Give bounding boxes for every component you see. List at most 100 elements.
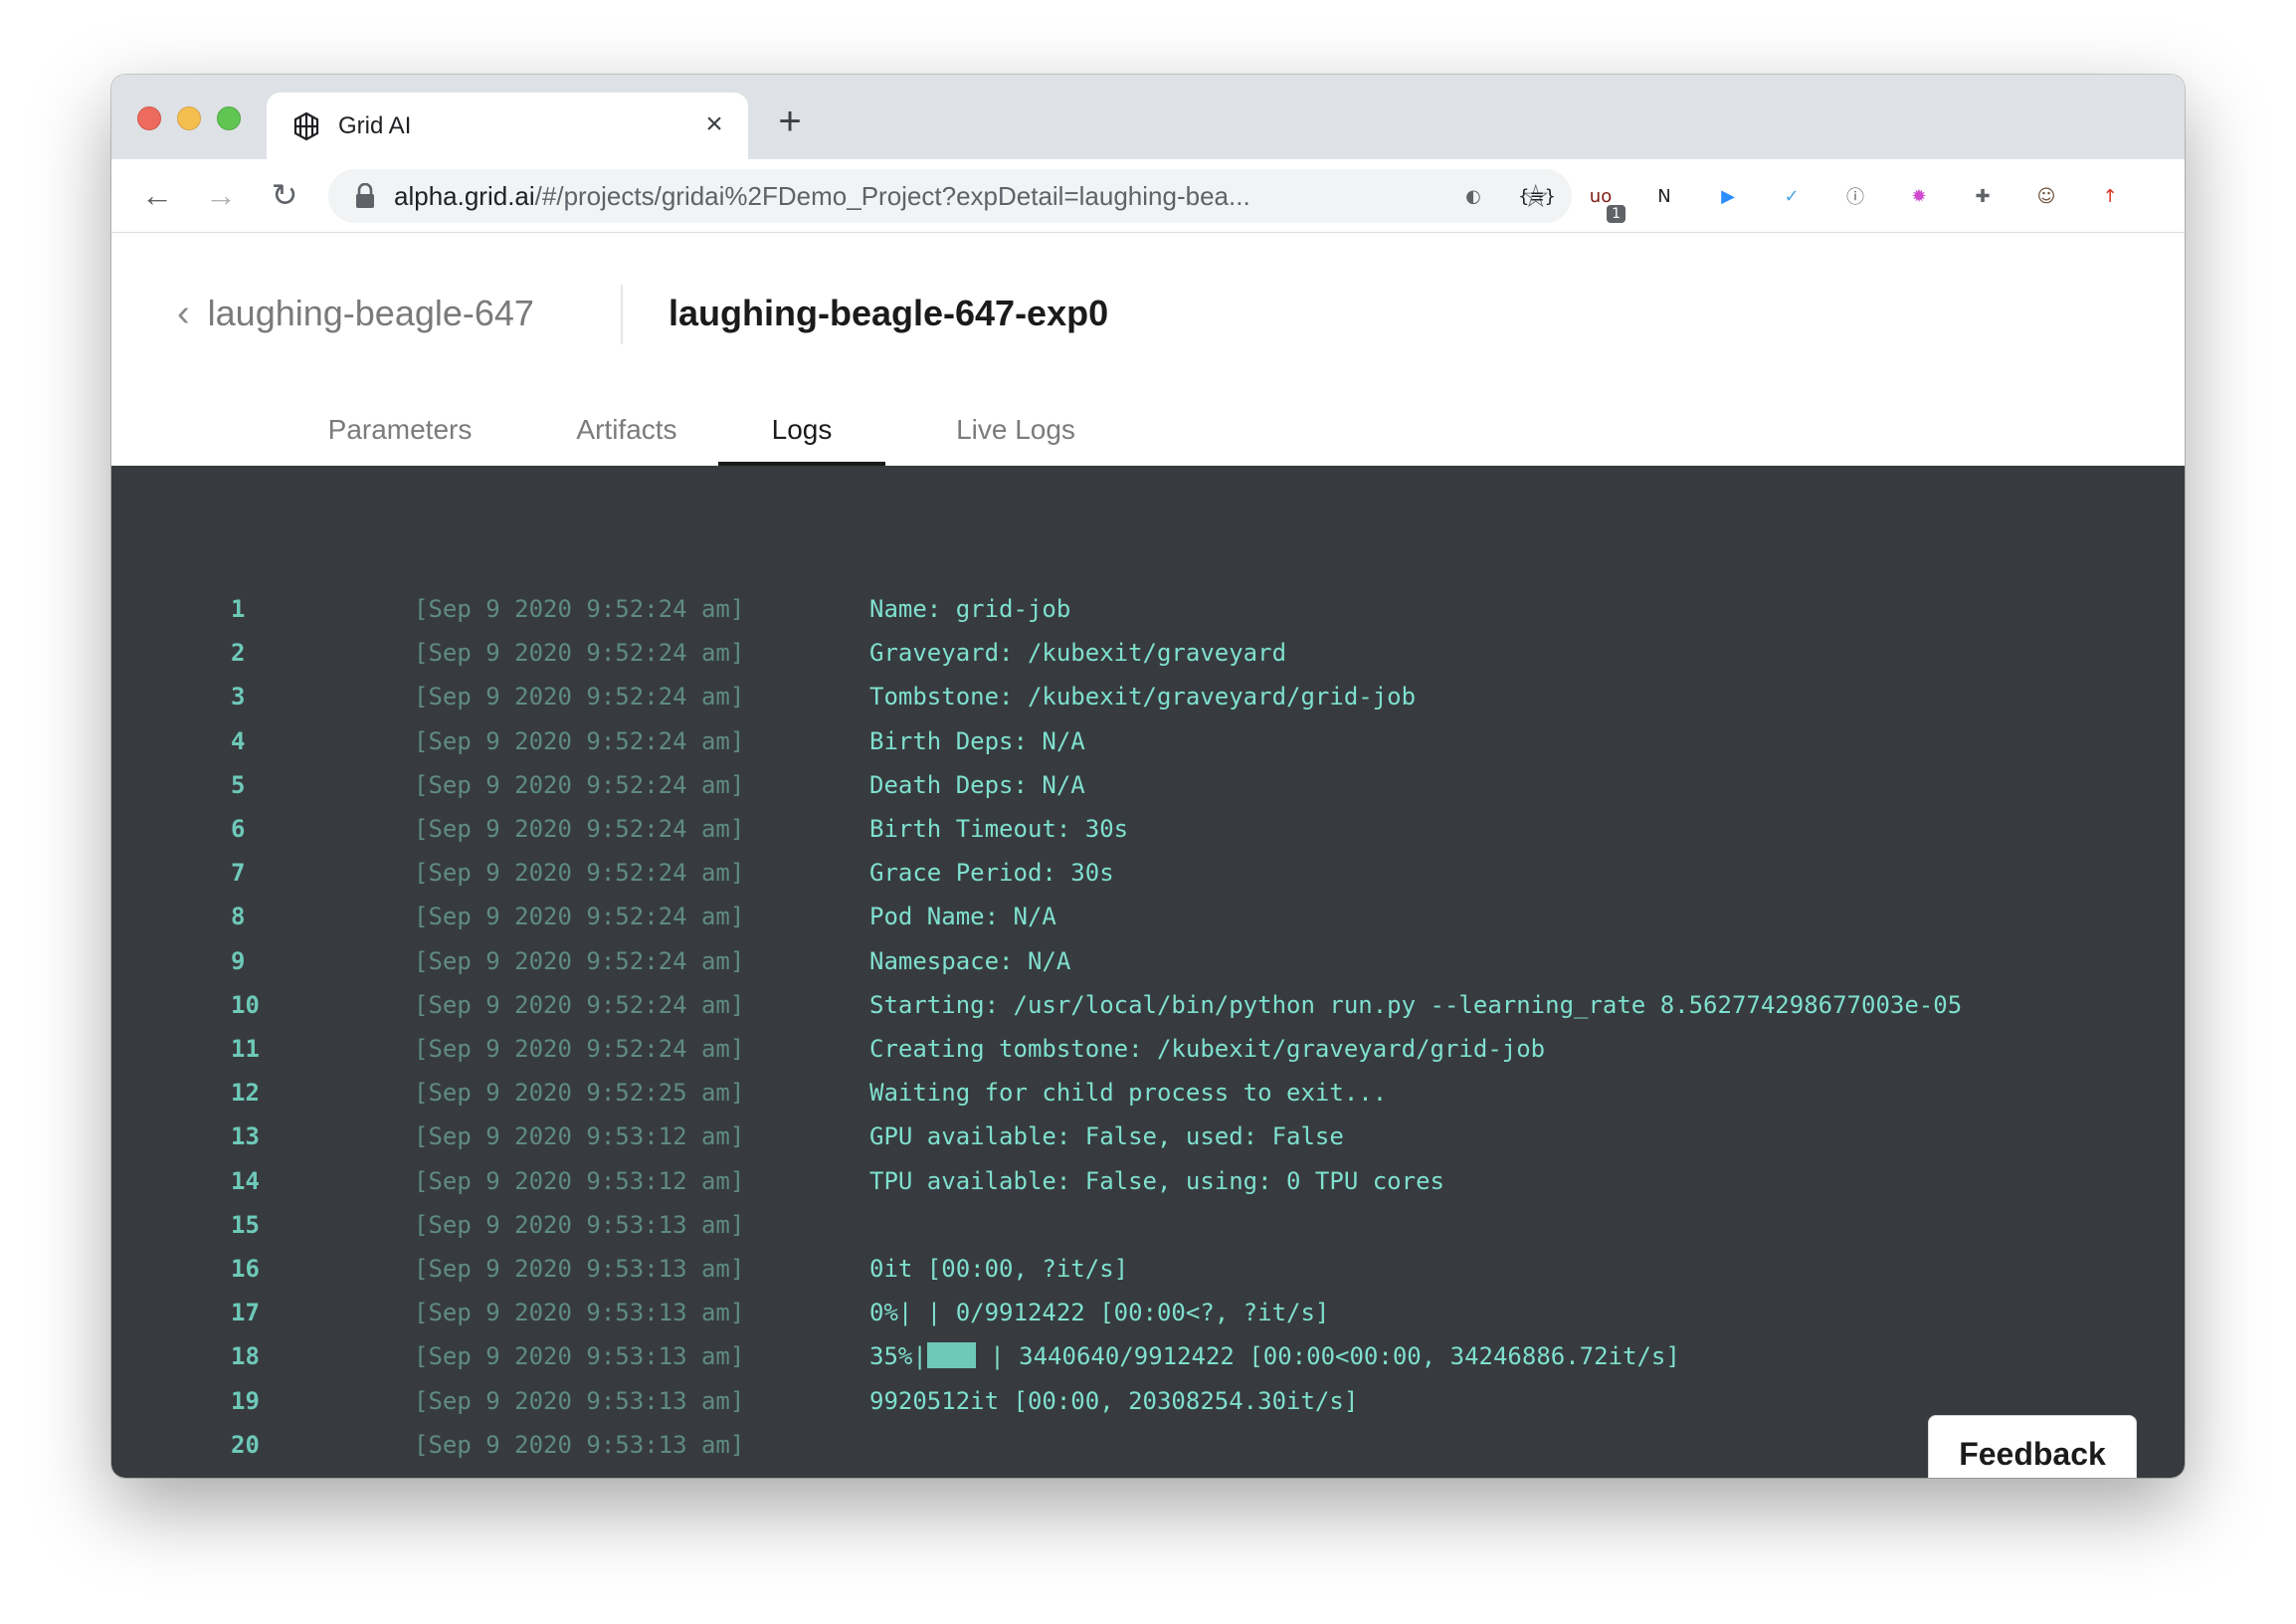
log-message-prefix: 35%| — [869, 1342, 927, 1371]
log-message: Birth Deps: N/A — [869, 726, 1085, 755]
log-row: 8 [Sep 9 2020 9:52:24 am] Pod Name: N/A — [111, 895, 2185, 938]
circle-extension-icon-glyph: ◐ — [1465, 185, 1481, 207]
log-message: Waiting for child process to exit... — [869, 1079, 1388, 1108]
notion-extension-icon[interactable]: N — [1647, 179, 1681, 213]
log-row: 20 [Sep 9 2020 9:53:13 am] — [111, 1423, 2185, 1467]
log-line-number: 20 — [231, 1430, 260, 1459]
back-arrow-icon[interactable]: ← — [139, 177, 175, 213]
puzzle-extensions-icon[interactable]: ✚ — [1966, 179, 2000, 213]
zoom-extension-icon[interactable]: ▶ — [1711, 179, 1745, 213]
log-row: 11 [Sep 9 2020 9:52:24 am] Creating tombst… — [111, 1027, 2185, 1071]
log-timestamp: [Sep 9 2020 9:52:24 am] — [414, 815, 745, 843]
title-divider — [621, 285, 623, 344]
ublock-extension-icon[interactable]: uo 1 — [1584, 179, 1626, 223]
log-timestamp: [Sep 9 2020 9:52:24 am] — [414, 990, 745, 1019]
back-to-run-link[interactable]: ‹ laughing-beagle-647 — [177, 289, 534, 338]
log-row: 7 [Sep 9 2020 9:52:24 am] Grace Period: 30… — [111, 851, 2185, 895]
log-timestamp: [Sep 9 2020 9:53:13 am] — [414, 1255, 745, 1283]
log-timestamp: [Sep 9 2020 9:53:13 am] — [414, 1210, 745, 1239]
log-line-number: 7 — [231, 859, 246, 888]
forward-arrow-icon[interactable]: → — [203, 177, 239, 213]
log-line-number: 13 — [231, 1122, 260, 1151]
log-row: 18 [Sep 9 2020 9:53:13 am] 35%| | 3440640/… — [111, 1334, 2185, 1378]
log-line-number: 16 — [231, 1255, 260, 1283]
log-timestamp: [Sep 9 2020 9:52:25 am] — [414, 1079, 745, 1108]
log-line-number: 12 — [231, 1079, 260, 1108]
json-extension-icon[interactable]: {≡} — [1518, 179, 1556, 213]
log-row: 14 [Sep 9 2020 9:53:12 am] TPU available: … — [111, 1159, 2185, 1203]
log-row: 19 [Sep 9 2020 9:53:13 am] 9920512it [00:0… — [111, 1379, 2185, 1423]
log-line-number: 5 — [231, 770, 246, 799]
log-message: Name: grid-job — [869, 595, 1071, 623]
onepassword-extension-icon[interactable]: ⓘ — [1838, 179, 1872, 213]
chevron-left-icon: ‹ — [177, 293, 190, 334]
log-line-number: 10 — [231, 990, 260, 1019]
page-title: laughing-beagle-647-exp0 — [669, 293, 1109, 333]
log-line-number: 3 — [231, 683, 246, 711]
log-row: 10 [Sep 9 2020 9:52:24 am] Starting: /usr/… — [111, 983, 2185, 1027]
log-timestamp: [Sep 9 2020 9:52:24 am] — [414, 903, 745, 931]
log-timestamp: [Sep 9 2020 9:53:12 am] — [414, 1166, 745, 1195]
log-timestamp: [Sep 9 2020 9:52:24 am] — [414, 1035, 745, 1063]
log-line-number: 2 — [231, 639, 246, 668]
tab-parameters[interactable]: Parameters — [300, 410, 499, 466]
minimize-window-button[interactable] — [177, 106, 201, 130]
feedback-button[interactable]: Feedback — [1928, 1415, 2137, 1478]
log-timestamp: [Sep 9 2020 9:53:13 am] — [414, 1342, 745, 1371]
url-text[interactable]: alpha.grid.ai/#/projects/gridai%2FDemo_P… — [394, 181, 1468, 211]
url-host: alpha.grid.ai — [394, 181, 535, 211]
tab-logs[interactable]: Logs — [718, 410, 885, 466]
tab-title: Grid AI — [338, 112, 412, 139]
color-wheel-extension-icon[interactable]: ✹ — [1902, 179, 1936, 213]
log-row: 15 [Sep 9 2020 9:53:13 am] — [111, 1203, 2185, 1247]
extension-badge: 1 — [1607, 205, 1626, 223]
log-timestamp: [Sep 9 2020 9:52:24 am] — [414, 770, 745, 799]
browser-window: Grid AI × + ← → ↻ alpha.grid.ai/#/projec… — [111, 75, 2185, 1478]
tick-extension-icon[interactable]: ✓ — [1775, 179, 1809, 213]
reload-icon[interactable]: ↻ — [267, 177, 302, 213]
tab-live-logs[interactable]: Live Logs — [913, 410, 1118, 466]
log-message: Pod Name: N/A — [869, 903, 1056, 931]
update-icon[interactable]: ↑ — [2093, 179, 2127, 213]
close-tab-icon[interactable]: × — [698, 108, 730, 140]
experiment-tabs: Parameters Artifacts Logs Live Logs — [111, 410, 2185, 466]
log-line-number: 1 — [231, 595, 246, 623]
log-timestamp: [Sep 9 2020 9:52:24 am] — [414, 726, 745, 755]
address-bar[interactable]: alpha.grid.ai/#/projects/gridai%2FDemo_P… — [328, 169, 1572, 223]
log-timestamp: [Sep 9 2020 9:53:13 am] — [414, 1430, 745, 1459]
log-line-number: 11 — [231, 1035, 260, 1063]
close-window-button[interactable] — [137, 106, 161, 130]
lock-icon — [356, 183, 374, 208]
maximize-window-button[interactable] — [217, 106, 241, 130]
log-message: Grace Period: 30s — [869, 859, 1114, 888]
log-message: Tombstone: /kubexit/graveyard/grid-job — [869, 683, 1417, 711]
log-message: Starting: /usr/local/bin/python run.py -… — [869, 990, 1963, 1019]
puzzle-extensions-icon-glyph: ✚ — [1975, 185, 1991, 207]
log-row: 16 [Sep 9 2020 9:53:13 am] 0it [00:00, ?it… — [111, 1247, 2185, 1291]
log-row: 5 [Sep 9 2020 9:52:24 am] Death Deps: N/A — [111, 763, 2185, 807]
tab-strip: Grid AI × + — [111, 75, 2185, 159]
log-viewer[interactable]: 1 [Sep 9 2020 9:52:24 am] Name: grid-job 2 [… — [111, 466, 2185, 1478]
experiment-page: ‹ laughing-beagle-647 laughing-beagle-64… — [111, 233, 2185, 1478]
log-line-number: 8 — [231, 903, 246, 931]
log-timestamp: [Sep 9 2020 9:52:24 am] — [414, 639, 745, 668]
browser-toolbar: ← → ↻ alpha.grid.ai/#/projects/gridai%2F… — [111, 159, 2185, 233]
log-row: 1 [Sep 9 2020 9:52:24 am] Name: grid-job — [111, 587, 2185, 631]
log-message: Birth Timeout: 30s — [869, 815, 1129, 843]
profile-avatar[interactable]: ☺ — [2029, 179, 2063, 213]
log-message: 9920512it [00:00, 20308254.30it/s] — [869, 1386, 1359, 1415]
url-path: /#/projects/gridai%2FDemo_Project?expDet… — [534, 181, 1250, 211]
browser-tab[interactable]: Grid AI × — [267, 93, 748, 159]
progress-bar-fill — [926, 1342, 976, 1369]
circle-extension-icon[interactable]: ◐ — [1456, 179, 1490, 213]
profile-avatar-glyph: ☺ — [2036, 185, 2056, 207]
log-line-number: 4 — [231, 726, 246, 755]
log-message: GPU available: False, used: False — [869, 1122, 1344, 1151]
tab-artifacts[interactable]: Artifacts — [529, 410, 724, 466]
new-tab-button[interactable]: + — [772, 102, 808, 141]
log-message-suffix: | 3440640/9912422 [00:00<00:00, 34246886… — [975, 1342, 1680, 1371]
log-row: 13 [Sep 9 2020 9:53:12 am] GPU available: … — [111, 1115, 2185, 1158]
onepassword-extension-icon-glyph: ⓘ — [1846, 187, 1864, 208]
log-message: Graveyard: /kubexit/graveyard — [869, 639, 1287, 668]
log-line-number: 6 — [231, 815, 246, 843]
